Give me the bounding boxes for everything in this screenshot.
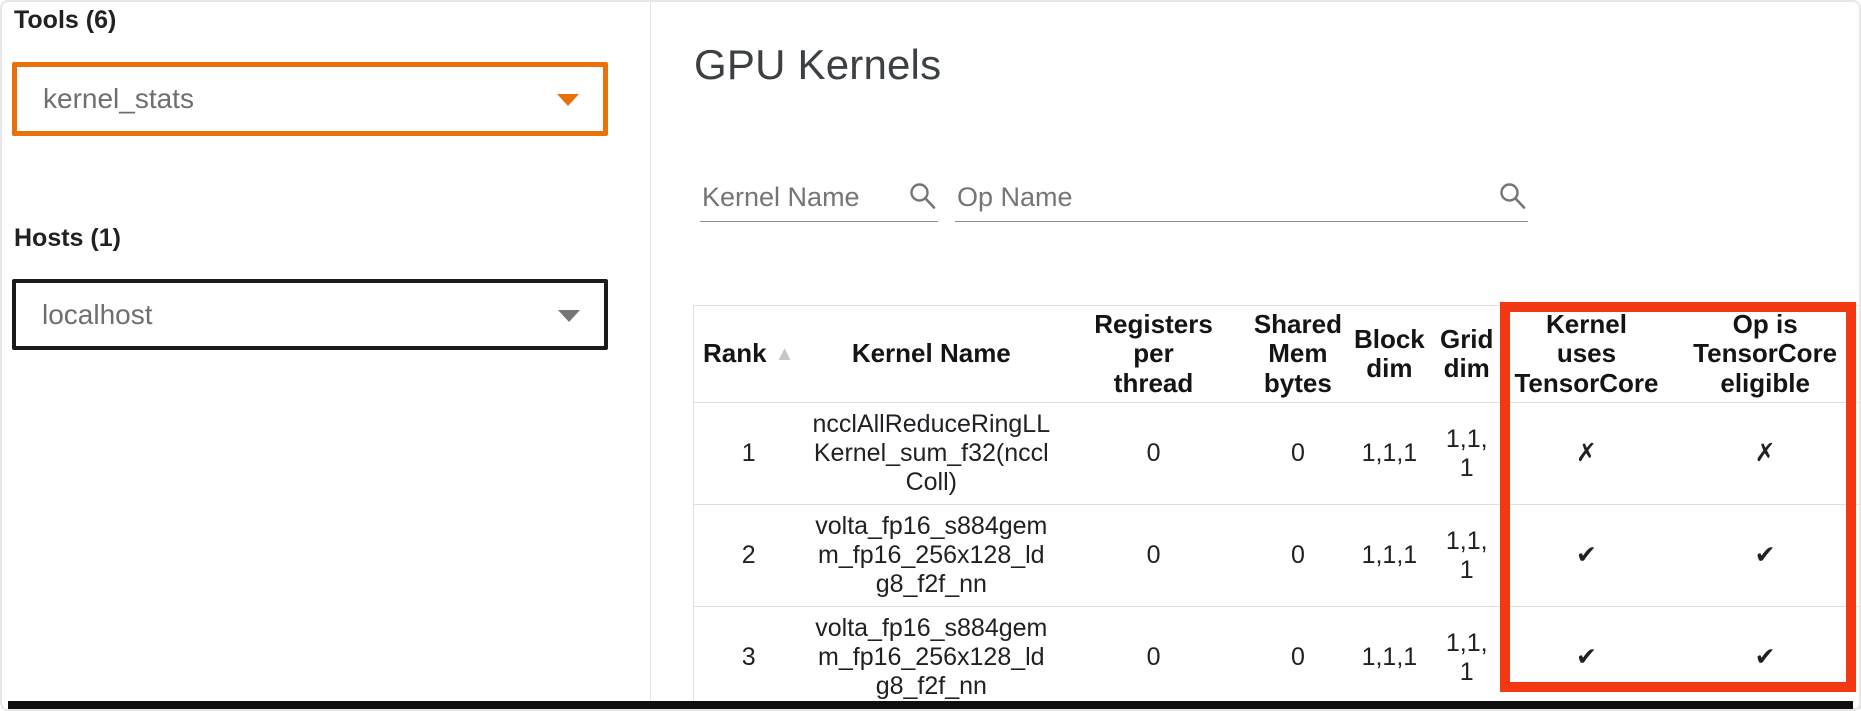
kernel-uses-tensorcore-cell: ✗	[1503, 403, 1671, 505]
bottom-edge-bar	[8, 701, 1853, 711]
kernel-name-cell: volta_fp16_s884gemm_fp16_256x128_ldg8_f2…	[803, 505, 1059, 607]
search-icon	[908, 181, 938, 211]
kernel-name-cell: volta_fp16_s884gemm_fp16_256x128_ldg8_f2…	[803, 607, 1059, 709]
op-tensorcore-eligible-cell: ✔	[1670, 505, 1860, 607]
kernel-name-search-input[interactable]	[702, 182, 900, 213]
tools-count-label: Tools (6)	[14, 6, 116, 35]
sort-ascending-icon: ▲	[775, 343, 795, 365]
column-header-kernel-uses-tensorcore[interactable]: Kernel uses TensorCore	[1503, 306, 1671, 403]
tools-select[interactable]: kernel_stats	[12, 62, 608, 136]
kernel-uses-tensorcore-cell: ✔	[1503, 607, 1671, 709]
registers-cell: 0	[1059, 505, 1248, 607]
column-header-rank[interactable]: Rank▲	[694, 306, 804, 403]
registers-cell: 0	[1059, 607, 1248, 709]
column-header-kernel-name[interactable]: Kernel Name	[803, 306, 1059, 403]
kernel-name-cell: ncclAllReduceRingLLKernel_sum_f32(ncclCo…	[803, 403, 1059, 505]
grid-dim-cell: 1,1, 1	[1431, 505, 1503, 607]
table-row: 2 volta_fp16_s884gemm_fp16_256x128_ldg8_…	[694, 505, 1861, 607]
shared-mem-cell: 0	[1248, 403, 1348, 505]
block-dim-cell: 1,1,1	[1348, 403, 1431, 505]
sidebar-divider	[650, 0, 651, 701]
shared-mem-cell: 0	[1248, 505, 1348, 607]
kernel-uses-tensorcore-cell: ✔	[1503, 505, 1671, 607]
grid-dim-cell: 1,1, 1	[1431, 403, 1503, 505]
registers-cell: 0	[1059, 403, 1248, 505]
rank-cell: 2	[694, 505, 804, 607]
op-tensorcore-eligible-cell: ✔	[1670, 607, 1860, 709]
op-name-search-input[interactable]	[957, 182, 1490, 213]
op-tensorcore-eligible-cell: ✗	[1670, 403, 1860, 505]
hosts-count-label: Hosts (1)	[14, 224, 121, 253]
chevron-down-icon	[557, 94, 579, 106]
hosts-select[interactable]: localhost	[12, 279, 608, 350]
search-icon	[1498, 181, 1528, 211]
shared-mem-cell: 0	[1248, 607, 1348, 709]
column-header-block-dim[interactable]: Block dim	[1348, 306, 1431, 403]
rank-cell: 3	[694, 607, 804, 709]
column-header-shared-mem-bytes[interactable]: Shared Mem bytes	[1248, 306, 1348, 403]
rank-cell: 1	[694, 403, 804, 505]
profiler-page: Tools (6) kernel_stats Hosts (1) localho…	[0, 0, 1861, 711]
grid-dim-cell: 1,1, 1	[1431, 607, 1503, 709]
column-header-grid-dim[interactable]: Grid dim	[1431, 306, 1503, 403]
tools-selected-value: kernel_stats	[43, 67, 194, 131]
kernel-name-search-field	[700, 162, 938, 222]
table-row: 1 ncclAllReduceRingLLKernel_sum_f32(nccl…	[694, 403, 1861, 505]
hosts-selected-value: localhost	[42, 283, 153, 346]
table-header-row: Rank▲ Kernel Name Registers per thread S…	[694, 306, 1861, 403]
column-header-registers-per-thread[interactable]: Registers per thread	[1059, 306, 1248, 403]
block-dim-cell: 1,1,1	[1348, 505, 1431, 607]
gpu-kernels-table: Rank▲ Kernel Name Registers per thread S…	[693, 305, 1861, 709]
table-row: 3 volta_fp16_s884gemm_fp16_256x128_ldg8_…	[694, 607, 1861, 709]
op-name-search-field	[955, 162, 1528, 222]
block-dim-cell: 1,1,1	[1348, 607, 1431, 709]
page-title: GPU Kernels	[694, 42, 941, 88]
column-header-op-tensorcore-eligible[interactable]: Op is TensorCore eligible	[1670, 306, 1860, 403]
chevron-down-icon	[558, 310, 580, 322]
